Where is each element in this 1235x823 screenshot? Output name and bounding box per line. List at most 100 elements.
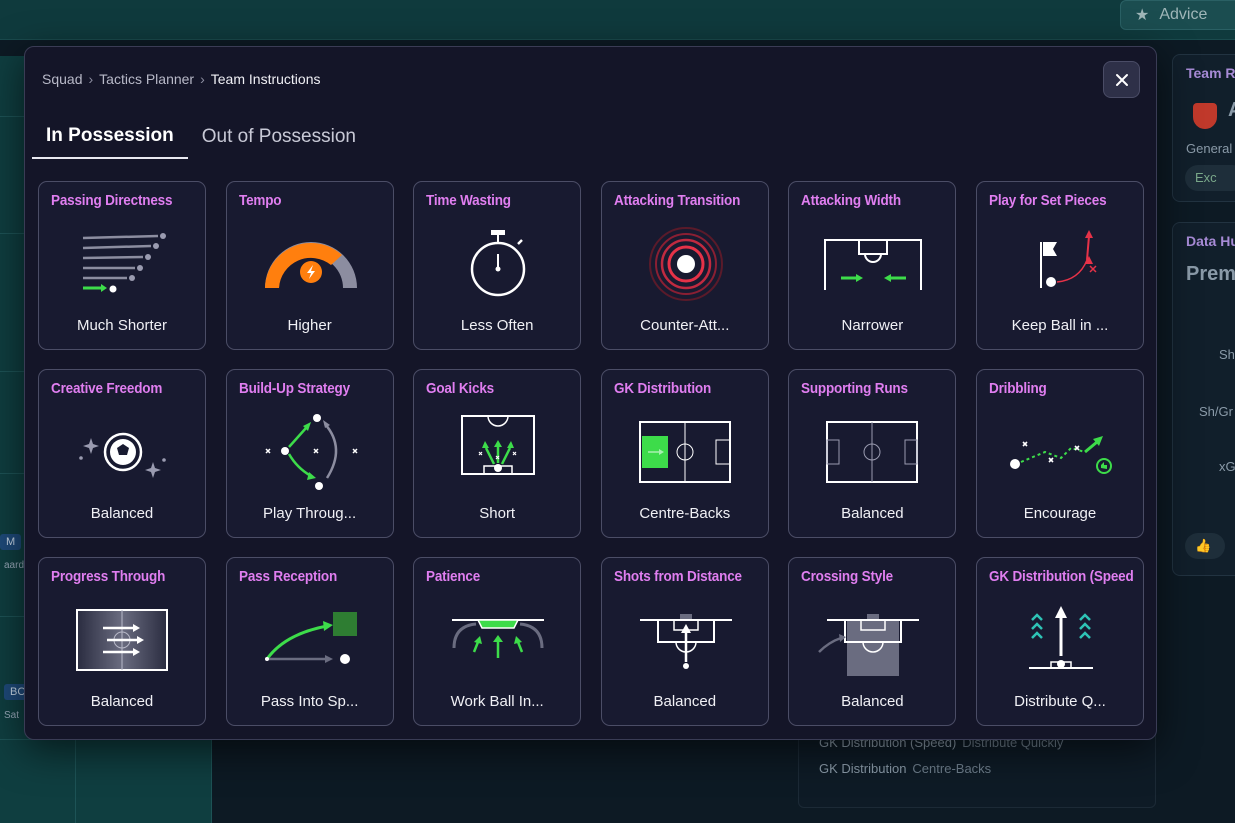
chevron-right-icon: › <box>200 71 205 87</box>
card-value: Balanced <box>90 505 154 522</box>
card-title: Time Wasting <box>426 192 512 209</box>
card-shots-from-distance[interactable]: Shots from Distance Balanced <box>600 557 769 726</box>
card-pass-reception[interactable]: Pass Reception Pass Into Sp... <box>225 557 394 726</box>
supporting-runs-pitch-icon <box>813 410 933 490</box>
dribbling-icon <box>1001 410 1121 490</box>
card-progress-through[interactable]: Progress Through Balanced <box>38 557 206 726</box>
tab-in-possession[interactable]: In Possession <box>32 115 188 159</box>
card-play-for-set-pieces[interactable]: Play for Set Pieces Keep Ball in ... <box>975 181 1144 350</box>
card-title: Attacking Transition <box>613 192 740 209</box>
panel-text: General <box>1186 141 1233 156</box>
card-dribbling[interactable]: Dribbling Encourage <box>975 369 1144 538</box>
advice-button[interactable]: ★ Advice <box>1120 0 1235 30</box>
card-patience[interactable]: Patience Work Ball In... <box>413 557 582 726</box>
stat-label: Sh <box>1219 347 1235 362</box>
advice-label: Advice <box>1159 6 1208 23</box>
card-title: Attacking Width <box>801 192 902 209</box>
shots-distance-icon <box>626 598 746 678</box>
card-value: Higher <box>287 317 332 334</box>
position-chip: M <box>0 534 22 550</box>
card-title: GK Distribution <box>613 380 711 397</box>
card-title: Progress Through <box>51 568 166 585</box>
goal-kick-icon <box>438 410 558 490</box>
progress-through-icon <box>63 598 183 678</box>
patience-icon <box>438 598 558 678</box>
card-passing-directness[interactable]: Passing Directness Much Shorter <box>38 181 206 350</box>
card-title: Goal Kicks <box>426 380 495 397</box>
card-gk-distribution-speed[interactable]: GK Distribution (Speed Distribute Q... <box>975 557 1144 726</box>
stat-label: xG <box>1219 459 1235 474</box>
stat-label: Sh/Gr <box>1199 404 1233 419</box>
card-title: GK Distribution (Speed <box>988 568 1134 585</box>
stopwatch-icon <box>438 222 558 302</box>
card-title: Supporting Runs <box>801 380 909 397</box>
card-value: Encourage <box>1023 505 1097 522</box>
corner-flag-icon <box>1001 222 1121 302</box>
card-attacking-width[interactable]: Attacking Width Narrower <box>788 181 957 350</box>
card-title: Shots from Distance <box>613 568 742 585</box>
card-value: Pass Into Sp... <box>260 693 359 710</box>
panel-title: Team Re <box>1186 65 1235 81</box>
card-creative-freedom[interactable]: Creative Freedom Balanced <box>38 369 206 538</box>
build-up-icon <box>251 410 371 490</box>
card-tempo[interactable]: Tempo Higher <box>225 181 394 350</box>
card-value: Short <box>479 505 516 522</box>
card-title: Patience <box>426 568 481 585</box>
card-title: Dribbling <box>988 380 1047 397</box>
summary-line: GK Distribution Centre-Backs <box>819 761 992 776</box>
player-name: Sat <box>4 710 20 721</box>
instruction-grid: Passing Directness Much Shorter Tempo Hi… <box>38 181 1144 726</box>
close-icon <box>1115 73 1128 86</box>
card-value: Much Shorter <box>76 317 168 334</box>
creative-ball-icon <box>63 410 183 490</box>
thumbs-pill[interactable]: 👍 <box>1185 533 1225 559</box>
card-title: Play for Set Pieces <box>988 192 1107 209</box>
card-value: Play Throug... <box>263 505 357 522</box>
card-gk-distribution[interactable]: GK Distribution Centre-Backs <box>600 369 769 538</box>
breadcrumb-tactics-planner[interactable]: Tactics Planner <box>99 71 194 87</box>
breadcrumb-team-instructions: Team Instructions <box>210 71 321 87</box>
team-instructions-modal: Squad › Tactics Planner › Team Instructi… <box>24 46 1157 740</box>
card-supporting-runs[interactable]: Supporting Runs Balanced <box>788 369 957 538</box>
card-value: Less Often <box>460 317 534 334</box>
attacking-width-icon <box>813 222 933 302</box>
card-title: Build-Up Strategy <box>238 380 350 397</box>
passing-directness-icon <box>63 222 183 302</box>
club-crest <box>1193 103 1217 129</box>
panel-heading: A <box>1228 99 1235 122</box>
rating-pill[interactable]: Exc <box>1185 165 1235 191</box>
card-value: Balanced <box>841 693 904 710</box>
tempo-gauge-icon <box>251 222 371 302</box>
card-title: Crossing Style <box>801 568 894 585</box>
close-button[interactable] <box>1103 61 1140 98</box>
top-bar: ★ Advice <box>0 0 1235 40</box>
card-value: Counter-Att... <box>640 317 730 334</box>
tab-out-of-possession[interactable]: Out of Possession <box>188 115 370 159</box>
card-time-wasting[interactable]: Time Wasting Less Often <box>413 181 582 350</box>
card-goal-kicks[interactable]: Goal Kicks Short <box>413 369 582 538</box>
player-name: aard <box>4 560 25 571</box>
card-title: Tempo <box>238 192 282 209</box>
card-value: Distribute Q... <box>1014 693 1106 710</box>
card-value: Keep Ball in ... <box>1011 317 1109 334</box>
panel-title: Data Hu <box>1186 233 1235 249</box>
card-value: Balanced <box>90 693 154 710</box>
card-crossing-style[interactable]: Crossing Style Balanced <box>788 557 957 726</box>
breadcrumb-squad[interactable]: Squad <box>42 71 82 87</box>
team-report-panel: Team Re A General Exc <box>1172 54 1235 202</box>
crossing-style-icon <box>813 598 933 678</box>
chevron-right-icon: › <box>88 71 94 87</box>
card-build-up-strategy[interactable]: Build-Up Strategy Play Throug... <box>225 369 394 538</box>
card-attacking-transition[interactable]: Attacking Transition Counter-Att... <box>600 181 769 350</box>
card-value: Centre-Backs <box>639 505 731 522</box>
card-title: Pass Reception <box>238 568 337 585</box>
star-icon: ★ <box>1135 7 1150 24</box>
breadcrumb: Squad › Tactics Planner › Team Instructi… <box>42 71 320 87</box>
card-value: Narrower <box>841 317 904 334</box>
data-hub-panel: Data Hu Prem Sh Sh/Gr xG 👍 <box>1172 222 1235 576</box>
panel-heading: Prem <box>1186 263 1235 285</box>
counter-attack-icon <box>626 222 746 302</box>
card-value: Balanced <box>653 693 717 710</box>
card-value: Work Ball In... <box>450 693 544 710</box>
possession-tabs: In Possession Out of Possession <box>32 115 370 159</box>
